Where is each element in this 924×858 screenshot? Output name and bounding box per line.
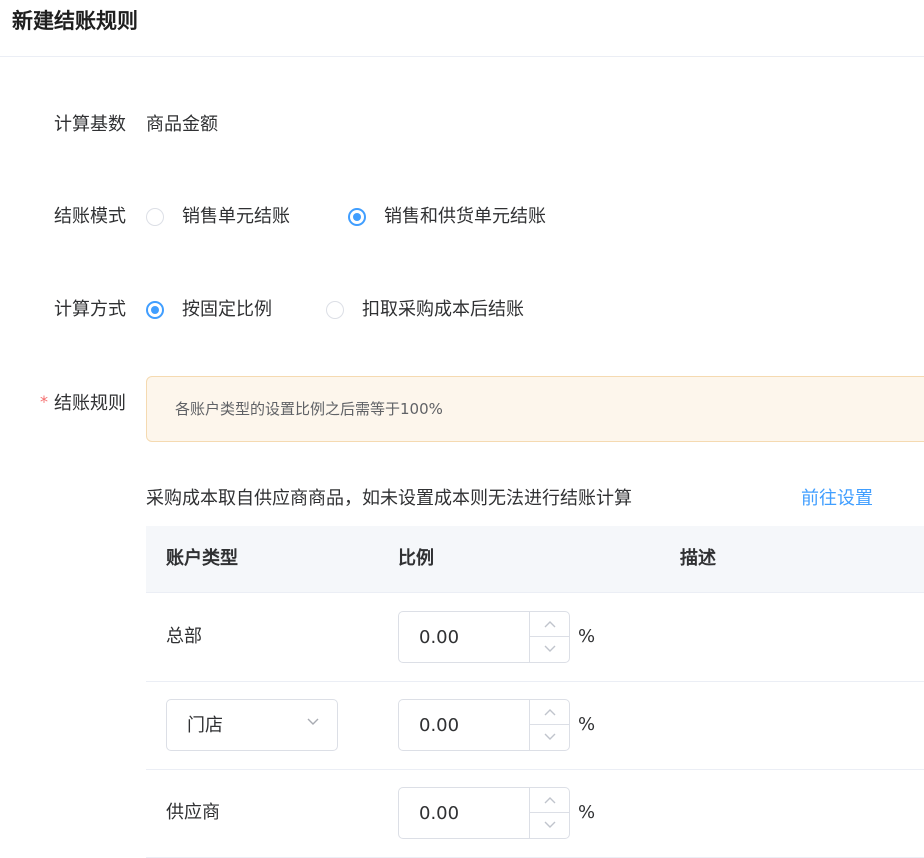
radio-circle-checked[interactable] [348, 208, 366, 226]
percent-unit: % [578, 714, 596, 735]
decrease-button[interactable] [530, 813, 569, 838]
warning-alert: 各账户类型的设置比例之后需等于100% [146, 376, 924, 442]
ratio-input[interactable]: 0.00 [398, 611, 570, 663]
ratio-value[interactable]: 0.00 [419, 801, 459, 827]
chevron-down-icon [544, 733, 556, 740]
alert-text: 各账户类型的设置比例之后需等于100% [175, 400, 443, 418]
th-description: 描述 [680, 548, 716, 569]
increase-button[interactable] [530, 788, 569, 813]
select-value[interactable]: 门店 [187, 713, 223, 739]
percent-unit: % [578, 802, 596, 823]
ratio-stepper[interactable] [529, 612, 569, 662]
go-settings-link[interactable]: 前往设置 [801, 485, 873, 513]
rules-label-text: 结账规则 [54, 393, 126, 414]
base-value: 商品金额 [146, 114, 218, 135]
increase-button[interactable] [530, 612, 569, 637]
ratio-input[interactable]: 0.00 [398, 787, 570, 839]
chevron-up-icon [544, 621, 556, 628]
chevron-up-icon [544, 797, 556, 804]
method-radio-deduct-cost[interactable]: 扣取采购成本后结账 [326, 297, 524, 323]
th-ratio: 比例 [398, 548, 434, 569]
account-type-cell: 供应商 [166, 802, 220, 823]
decrease-button[interactable] [530, 637, 569, 662]
required-mark: * [40, 392, 48, 411]
percent-unit: % [578, 626, 596, 647]
ratio-stepper[interactable] [529, 700, 569, 750]
mode-label: 结账模式 [54, 206, 126, 227]
chevron-down-icon [544, 821, 556, 828]
account-type-cell: 总部 [166, 626, 202, 647]
page-header: 新建结账规则 [0, 0, 924, 57]
page-title: 新建结账规则 [12, 9, 138, 33]
mode-radio-sales-and-supply-unit[interactable]: 销售和供货单元结账 [348, 204, 546, 230]
method-radio-fixed-ratio[interactable]: 按固定比例 [146, 297, 272, 323]
radio-circle-checked[interactable] [146, 301, 164, 319]
account-type-select[interactable]: 门店 [166, 699, 338, 751]
table-header: 账户类型 比例 描述 [146, 526, 924, 593]
base-label: 计算基数 [54, 114, 126, 135]
rules-label: * 结账规则 [0, 391, 126, 417]
radio-circle[interactable] [146, 208, 164, 226]
decrease-button[interactable] [530, 725, 569, 750]
ratio-value[interactable]: 0.00 [419, 625, 459, 651]
ratio-stepper[interactable] [529, 788, 569, 838]
cost-notice: 采购成本取自供应商商品，如未设置成本则无法进行结账计算 [146, 488, 632, 509]
th-account-type: 账户类型 [166, 548, 238, 569]
radio-label: 按固定比例 [182, 299, 272, 320]
increase-button[interactable] [530, 700, 569, 725]
ratio-input[interactable]: 0.00 [398, 699, 570, 751]
radio-label: 销售单元结账 [182, 206, 290, 227]
table-row: 门店 0.00 % [146, 681, 924, 770]
chevron-down-icon [544, 645, 556, 652]
radio-label: 扣取采购成本后结账 [362, 299, 524, 320]
chevron-down-icon [307, 718, 319, 725]
table-row: 总部 0.00 % [146, 593, 924, 682]
radio-circle[interactable] [326, 301, 344, 319]
chevron-up-icon [544, 709, 556, 716]
mode-radio-sales-unit[interactable]: 销售单元结账 [146, 204, 290, 230]
ratio-value[interactable]: 0.00 [419, 713, 459, 739]
table-row: 供应商 0.00 % [146, 769, 924, 858]
radio-label: 销售和供货单元结账 [384, 206, 546, 227]
method-label: 计算方式 [54, 299, 126, 320]
